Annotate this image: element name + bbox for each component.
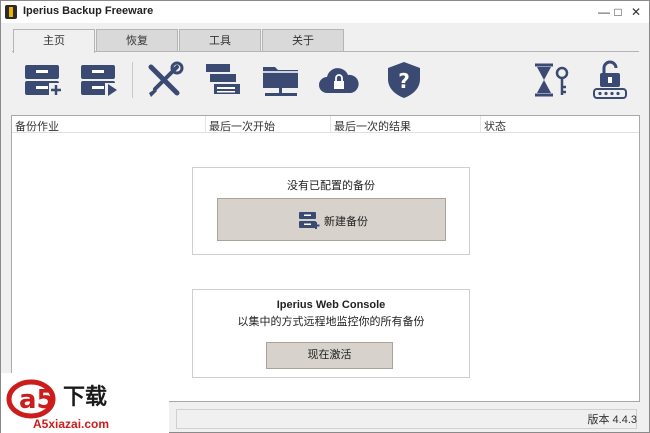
list-icon[interactable]: [200, 59, 244, 101]
a5-logo-icon: a5: [6, 379, 56, 419]
web-console-subtitle: 以集中的方式远程地监控你的所有备份: [237, 316, 425, 328]
status-panel: [176, 409, 637, 429]
backup-jobs-list: 备份作业 最后一次开始 最后一次的结果 状态 没有已配置的备份 新建备份 Ipe…: [11, 115, 640, 402]
activate-now-button[interactable]: 现在激活: [266, 342, 393, 369]
tab-tools[interactable]: 工具: [179, 29, 261, 52]
toolbar-separator: [132, 62, 133, 98]
app-logo-icon: [5, 5, 17, 19]
web-console-card: Iperius Web Console 以集中的方式远程地监控你的所有备份 现在…: [192, 289, 470, 378]
tab-restore[interactable]: 恢复: [96, 29, 178, 52]
web-console-title: Iperius Web Console: [276, 299, 386, 311]
column-divider: [205, 116, 206, 133]
version-label: 版本 4.4.3: [587, 414, 637, 426]
list-header: 备份作业 最后一次开始 最后一次的结果 状态: [12, 116, 639, 133]
column-header-last-result[interactable]: 最后一次的结果: [334, 118, 411, 134]
column-divider: [480, 116, 481, 133]
app-window: Iperius Backup Freeware — □ ✕ 主页 恢复 工具 关…: [0, 0, 650, 433]
tab-about[interactable]: 关于: [262, 29, 344, 52]
tab-home[interactable]: 主页: [13, 29, 95, 53]
run-backup-icon[interactable]: [77, 59, 121, 101]
watermark-url: A5xiazai.com: [33, 417, 110, 431]
column-header-job[interactable]: 备份作业: [15, 118, 59, 134]
hourglass-key-icon[interactable]: [530, 59, 574, 101]
watermark-title: 下载: [63, 385, 108, 410]
new-backup-icon[interactable]: [21, 59, 65, 101]
cloud-lock-icon[interactable]: [317, 59, 361, 101]
column-header-last-start[interactable]: 最后一次开始: [209, 118, 275, 134]
empty-state-title: 没有已配置的备份: [287, 180, 375, 192]
window-title: Iperius Backup Freeware: [23, 5, 154, 17]
column-header-status[interactable]: 状态: [484, 118, 506, 134]
help-shield-icon[interactable]: ?: [382, 59, 426, 101]
new-backup-label: 新建备份: [324, 216, 368, 228]
network-folder-icon[interactable]: [259, 59, 303, 101]
close-button[interactable]: ✕: [623, 1, 649, 23]
toolbar: ?: [12, 51, 639, 109]
password-lock-icon[interactable]: [588, 59, 632, 101]
svg-text:?: ?: [398, 69, 410, 93]
new-backup-icon: [299, 212, 320, 229]
watermark-logo: a5 下载 A5xiazai.com: [1, 373, 169, 433]
new-backup-button[interactable]: 新建备份: [217, 198, 446, 241]
watermark-logo-text: a5: [19, 385, 55, 415]
empty-state-card: 没有已配置的备份 新建备份: [192, 167, 470, 255]
column-divider: [330, 116, 331, 133]
tools-icon[interactable]: [143, 59, 187, 101]
title-bar: Iperius Backup Freeware — □ ✕: [1, 1, 649, 23]
